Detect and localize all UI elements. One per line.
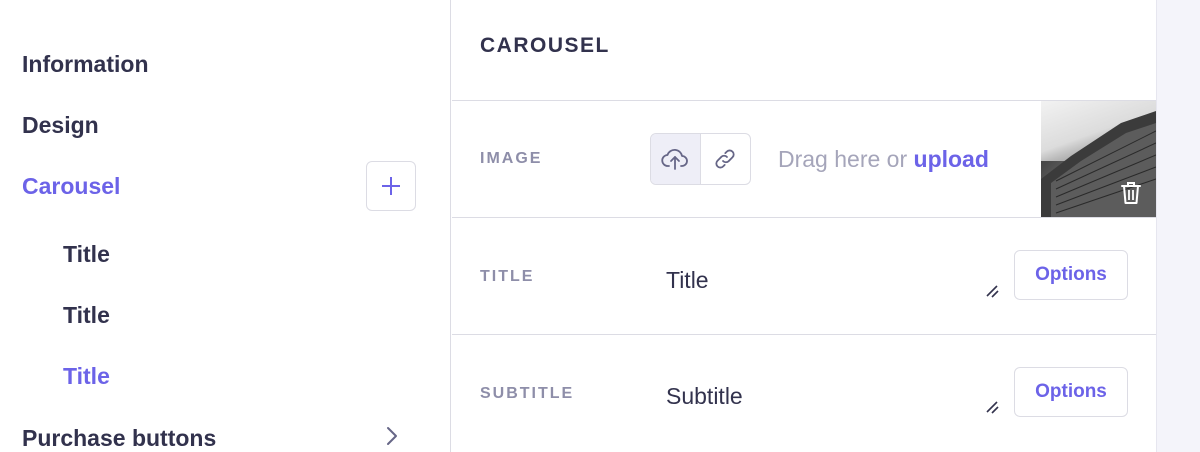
upload-mode-button[interactable] (651, 134, 701, 184)
sidebar-item-information[interactable]: Information (22, 50, 149, 78)
add-carousel-item-button[interactable] (366, 161, 416, 211)
cloud-upload-icon (661, 148, 689, 170)
link-mode-button[interactable] (701, 134, 751, 184)
carousel-editor: CAROUSEL IMAGE Drag here or upload TITLE… (452, 0, 1156, 452)
divider (452, 334, 1156, 335)
sidebar-item-purchase-buttons[interactable]: Purchase buttons (22, 424, 216, 452)
link-icon (715, 149, 735, 169)
drag-here-text: Drag here or (778, 146, 908, 172)
sidebar-subitem-title-3[interactable]: Title (63, 362, 110, 390)
chevron-right-icon[interactable] (380, 424, 404, 448)
image-field-label: IMAGE (480, 150, 543, 167)
right-gutter (1156, 0, 1200, 452)
sidebar-subitem-title-2[interactable]: Title (63, 301, 110, 329)
sidebar-subitem-title-1[interactable]: Title (63, 240, 110, 268)
subtitle-options-button[interactable]: Options (1014, 367, 1128, 417)
delete-image-button[interactable] (1118, 179, 1144, 207)
plus-icon (382, 177, 400, 195)
image-thumbnail (1041, 101, 1156, 217)
image-source-toggle (650, 133, 751, 185)
title-field-label: TITLE (480, 268, 535, 285)
divider (452, 217, 1156, 218)
title-options-button[interactable]: Options (1014, 250, 1128, 300)
sidebar-item-design[interactable]: Design (22, 111, 99, 139)
resize-handle-icon[interactable] (984, 399, 1000, 415)
sidebar-item-carousel[interactable]: Carousel (22, 172, 120, 200)
upload-link[interactable]: upload (914, 146, 989, 172)
panel-title: CAROUSEL (480, 34, 610, 57)
dropzone-text: Drag here or upload (778, 146, 989, 173)
subtitle-field-label: SUBTITLE (480, 385, 575, 402)
sidebar: Information Design Carousel Title Title … (0, 0, 451, 452)
subtitle-input[interactable]: Subtitle (666, 383, 743, 410)
resize-handle-icon[interactable] (984, 283, 1000, 299)
trash-icon (1121, 182, 1141, 204)
title-input[interactable]: Title (666, 267, 709, 294)
